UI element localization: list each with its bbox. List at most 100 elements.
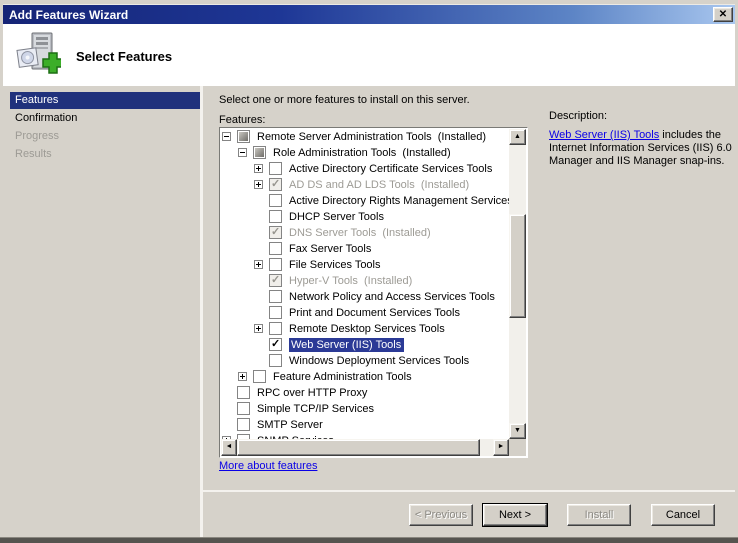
tree-row[interactable]: ✓DNS Server Tools (Installed) [221, 225, 509, 241]
tree-item-label[interactable]: Remote Server Administration Tools (Inst… [257, 131, 486, 143]
close-button[interactable]: ✕ [713, 7, 733, 22]
description-feature-link[interactable]: Web Server (IIS) Tools [549, 129, 659, 141]
tree-item-label[interactable]: Role Administration Tools (Installed) [273, 147, 451, 159]
expand-plus-icon[interactable] [254, 180, 263, 189]
tree-row[interactable]: ✓ AD DS and AD LDS Tools (Installed) [221, 177, 509, 193]
expand-plus-icon[interactable] [254, 164, 263, 173]
feature-checkbox[interactable] [269, 210, 282, 223]
expand-plus-icon[interactable] [254, 260, 263, 269]
tree-item-label[interactable]: Active Directory Certificate Services To… [289, 163, 492, 175]
scroll-up-button[interactable]: ▲ [509, 129, 526, 145]
sidebar-item-features[interactable]: Features [10, 92, 200, 109]
tree-row[interactable]: Remote Desktop Services Tools [221, 321, 509, 337]
feature-checkbox[interactable] [269, 162, 282, 175]
feature-checkbox[interactable] [269, 194, 282, 207]
tree-row[interactable]: Fax Server Tools [221, 241, 509, 257]
feature-checkbox[interactable] [237, 130, 250, 143]
description-heading: Description: [549, 110, 737, 123]
checkbox-slot [237, 401, 254, 417]
features-tree[interactable]: Remote Server Administration Tools (Inst… [219, 127, 528, 458]
feature-checkbox[interactable] [269, 258, 282, 271]
tree-row[interactable]: File Services Tools [221, 257, 509, 273]
tree-row[interactable]: Simple TCP/IP Services [221, 401, 509, 417]
tree-item-label[interactable]: Fax Server Tools [289, 243, 371, 255]
sidebar-item-confirmation[interactable]: Confirmation [3, 109, 200, 127]
checkbox-slot [269, 257, 286, 273]
expand-plus-icon[interactable] [238, 372, 247, 381]
features-list-label: Features: [219, 114, 265, 126]
tree-item-label[interactable]: Remote Desktop Services Tools [289, 323, 445, 335]
tree-item-label[interactable]: SMTP Server [257, 419, 323, 431]
feature-checkbox[interactable]: ✓ [269, 338, 282, 351]
tree-item-label[interactable]: AD DS and AD LDS Tools (Installed) [289, 179, 469, 191]
tree-row[interactable]: ✓ Hyper-V Tools (Installed) [221, 273, 509, 289]
expand-slot [253, 289, 269, 305]
tree-item-label[interactable]: File Services Tools [289, 259, 381, 271]
feature-checkbox[interactable] [269, 290, 282, 303]
collapse-minus-icon[interactable] [222, 132, 231, 141]
sidebar-item-progress: Progress [3, 127, 200, 145]
tree-row[interactable]: Active Directory Rights Management Servi… [221, 193, 509, 209]
expand-slot [253, 177, 269, 193]
horizontal-scrollbar[interactable]: ◄ ► [221, 439, 509, 456]
scroll-left-button[interactable]: ◄ [221, 439, 237, 456]
tree-row[interactable]: Network Policy and Access Services Tools [221, 289, 509, 305]
tree-item-label[interactable]: Active Directory Rights Management Servi… [289, 195, 509, 207]
vertical-scrollbar[interactable]: ▲ ▼ [509, 129, 526, 439]
feature-checkbox[interactable] [237, 418, 250, 431]
page-title: Select Features [76, 49, 172, 64]
tree-row[interactable]: DHCP Server Tools [221, 209, 509, 225]
collapse-minus-icon[interactable] [238, 148, 247, 157]
scroll-right-button[interactable]: ► [493, 439, 509, 456]
titlebar[interactable]: Add Features Wizard ✕ [3, 4, 735, 24]
feature-checkbox[interactable] [269, 322, 282, 335]
tree-item-label[interactable]: Network Policy and Access Services Tools [289, 291, 495, 303]
vertical-scroll-thumb[interactable] [509, 214, 526, 318]
expand-slot [221, 385, 237, 401]
tree-item-label[interactable]: DHCP Server Tools [289, 211, 384, 223]
checkbox-slot [269, 305, 286, 321]
check-icon: ✓ [271, 177, 280, 190]
feature-checkbox[interactable] [253, 370, 266, 383]
scroll-down-button[interactable]: ▼ [509, 423, 526, 439]
tree-row[interactable]: RPC over HTTP Proxy [221, 385, 509, 401]
description-panel: Description: Web Server (IIS) Tools incl… [549, 110, 737, 168]
tree-indent [221, 161, 253, 177]
tree-row[interactable]: Active Directory Certificate Services To… [221, 161, 509, 177]
tree-indent [221, 241, 253, 257]
check-icon: ✓ [271, 273, 280, 286]
tree-item-label[interactable]: RPC over HTTP Proxy [257, 387, 367, 399]
tree-indent [221, 289, 253, 305]
checkbox-slot [237, 385, 254, 401]
feature-checkbox[interactable] [269, 242, 282, 255]
tree-row[interactable]: Windows Deployment Services Tools [221, 353, 509, 369]
tree-row[interactable]: Remote Server Administration Tools (Inst… [221, 129, 509, 145]
indeterminate-fill-icon [255, 148, 264, 157]
right-arrow-icon: ► [494, 440, 508, 454]
tree-item-label[interactable]: Windows Deployment Services Tools [289, 355, 469, 367]
tree-row[interactable]: Role Administration Tools (Installed) [221, 145, 509, 161]
tree-item-label[interactable]: Print and Document Services Tools [289, 307, 460, 319]
tree-row[interactable]: Feature Administration Tools [221, 369, 509, 385]
tree-item-label[interactable]: DNS Server Tools (Installed) [289, 227, 431, 239]
tree-row[interactable]: ✓ Web Server (IIS) Tools [221, 337, 509, 353]
feature-checkbox[interactable] [253, 146, 266, 159]
next-button[interactable]: Next > [483, 504, 547, 526]
feature-checkbox[interactable] [269, 354, 282, 367]
horizontal-scroll-thumb[interactable] [237, 439, 480, 456]
tree-item-label[interactable]: Hyper-V Tools (Installed) [289, 275, 412, 287]
tree-row[interactable]: SMTP Server [221, 417, 509, 433]
feature-checkbox[interactable] [237, 402, 250, 415]
tree-row[interactable]: Print and Document Services Tools [221, 305, 509, 321]
tree-item-label[interactable]: Feature Administration Tools [273, 371, 412, 383]
tree-indent [221, 337, 253, 353]
feature-checkbox[interactable] [269, 306, 282, 319]
expand-plus-icon[interactable] [254, 324, 263, 333]
feature-checkbox[interactable] [237, 386, 250, 399]
tree-item-label[interactable]: Web Server (IIS) Tools [289, 338, 404, 352]
more-about-features-link[interactable]: More about features [219, 460, 317, 472]
cancel-button[interactable]: Cancel [651, 504, 715, 526]
main-panel: Select one or more features to install o… [203, 86, 735, 537]
sidebar-item-results: Results [3, 145, 200, 163]
tree-item-label[interactable]: Simple TCP/IP Services [257, 403, 374, 415]
